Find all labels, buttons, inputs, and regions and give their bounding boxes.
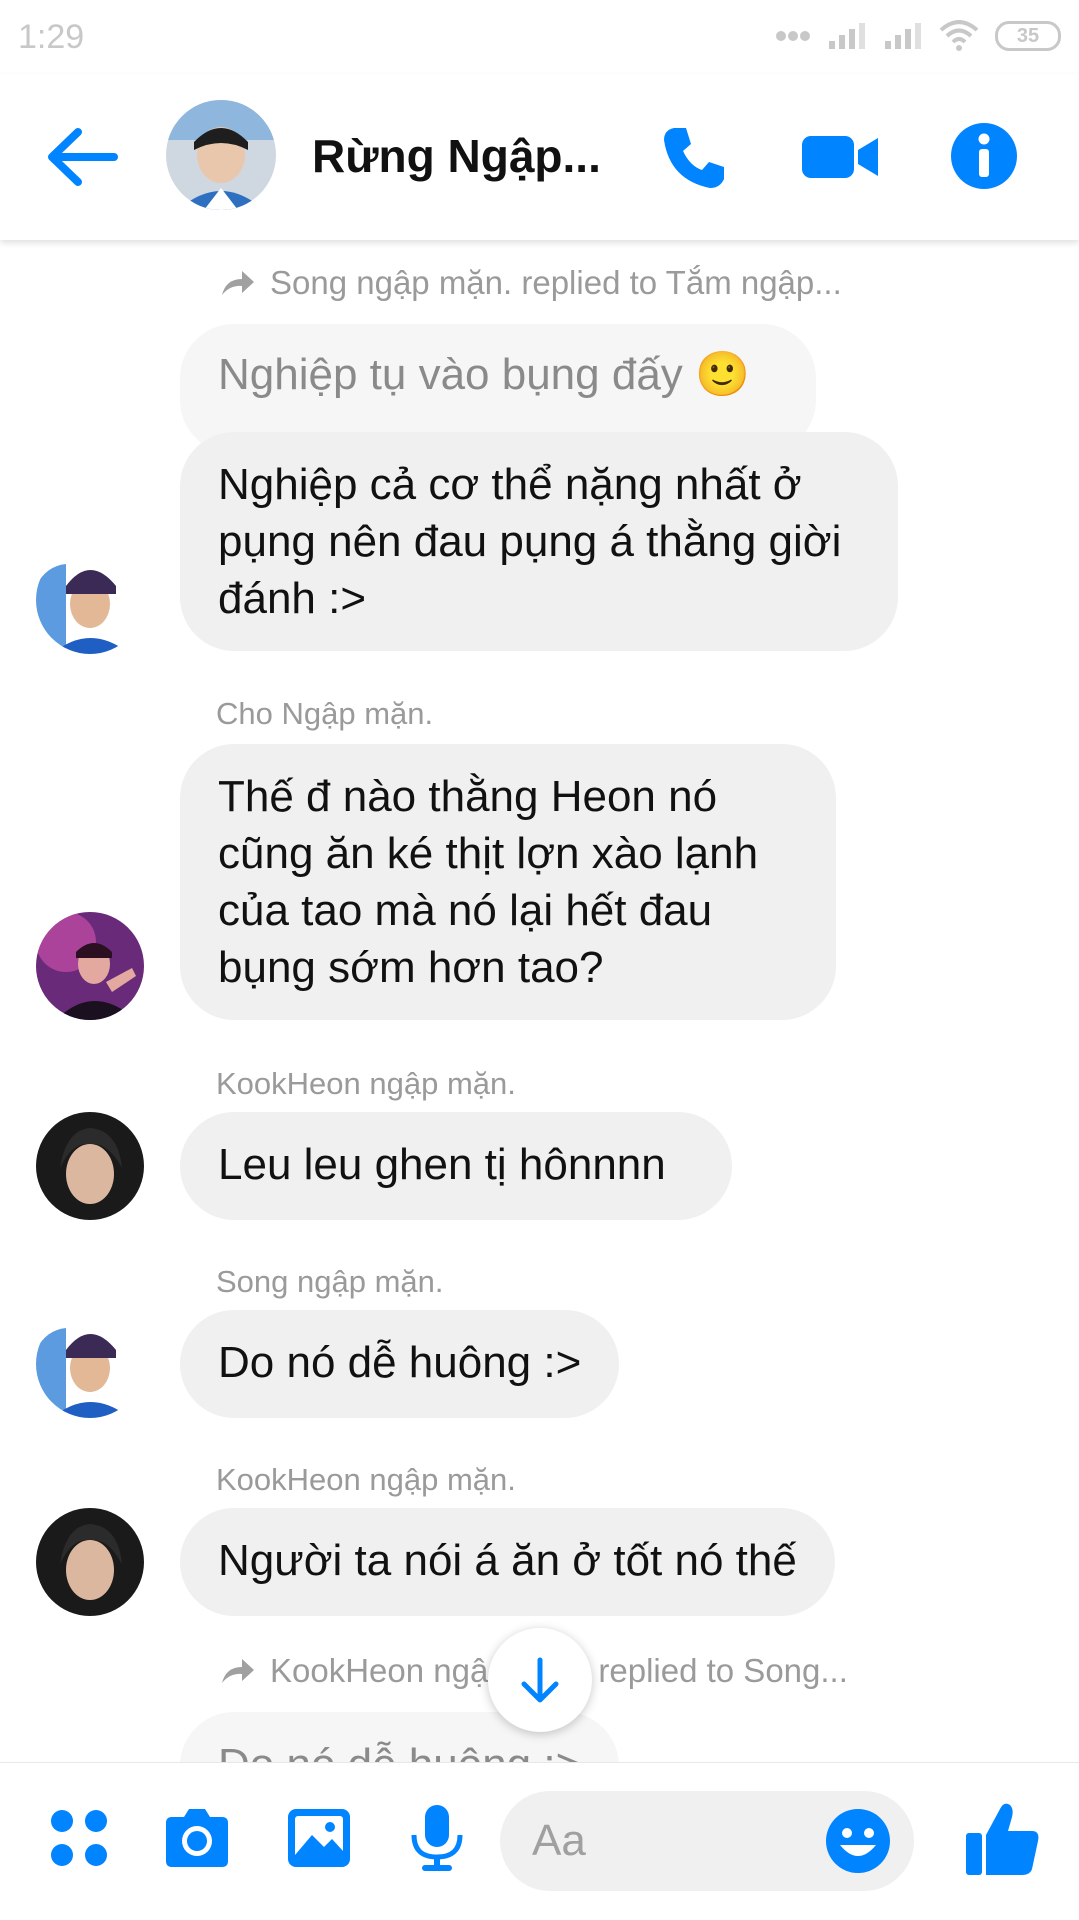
scroll-to-bottom-button[interactable] (488, 1628, 592, 1732)
sender-name: KookHeon ngập mặn. (216, 1462, 516, 1497)
message-bubble[interactable]: Nghiệp cả cơ thể nặng nhất ở pụng nên đa… (180, 432, 898, 651)
message-bubble[interactable]: Thế đ nào thằng Heon nó cũng ăn ké thịt … (180, 744, 836, 1020)
avatar[interactable] (36, 1310, 144, 1418)
message-bubble[interactable]: Do nó dễ huông :> (180, 1310, 620, 1418)
arrow-down-icon (521, 1657, 559, 1703)
conversation-title[interactable]: Rừng Ngập... (312, 129, 602, 183)
message-bubble[interactable]: Người ta nói á ăn ở tốt nó thế (180, 1508, 835, 1616)
apps-icon[interactable] (44, 1803, 114, 1873)
avatar-image (36, 1112, 144, 1220)
quoted-message-text: Nghiệp tụ vào bụng đấy 🙂 (218, 350, 750, 399)
status-bar: 1:29 35 (0, 0, 1079, 74)
avatar[interactable] (36, 1508, 144, 1616)
reply-arrow-icon (222, 271, 254, 295)
reply-note: Song ngập mặn. replied to Tắm ngập... (220, 264, 842, 302)
battery-level: 35 (1016, 24, 1040, 47)
message-bubble[interactable]: Leu leu ghen tị hônnnn (180, 1112, 732, 1220)
microphone-icon[interactable] (402, 1803, 472, 1873)
avatar-image (166, 100, 276, 210)
thumbs-up-icon[interactable] (962, 1799, 1042, 1879)
avatar-image (36, 1310, 144, 1418)
signal-dots-icon (776, 31, 810, 41)
sender-name: Cho Ngập mặn. (216, 696, 434, 731)
message-composer (0, 1762, 1079, 1920)
signal-bars-icon (829, 23, 865, 49)
phone-icon[interactable] (660, 122, 730, 192)
message-text: Thế đ nào thằng Heon nó cũng ăn ké thịt … (218, 772, 759, 992)
battery-indicator: 35 (995, 21, 1061, 51)
arrow-left-icon[interactable] (44, 122, 120, 192)
message-input-container[interactable] (500, 1791, 914, 1891)
video-camera-icon[interactable] (800, 124, 880, 190)
reply-arrow-icon (222, 1659, 254, 1683)
sender-name: Song ngập mặn. (216, 1264, 444, 1299)
gallery-icon[interactable] (284, 1803, 354, 1873)
status-icons: 35 (775, 20, 1061, 52)
message-list[interactable]: Song ngập mặn. replied to Tắm ngập... Ng… (0, 240, 1079, 1762)
avatar-image (36, 912, 144, 1020)
message-text: Do nó dễ huông :> (218, 1338, 582, 1387)
conversation-header: Rừng Ngập... (0, 74, 1079, 240)
reply-note-text: Song ngập mặn. replied to Tắm ngập... (270, 264, 842, 301)
avatar-image (36, 1508, 144, 1616)
quoted-message-text: Do nó dễ huông :> (218, 1740, 581, 1762)
signal-bars-icon-2 (885, 23, 921, 49)
camera-icon[interactable] (162, 1803, 232, 1873)
group-avatar[interactable] (166, 100, 276, 210)
avatar[interactable] (36, 912, 144, 1020)
message-text: Nghiệp cả cơ thể nặng nhất ở pụng nên đa… (218, 460, 842, 623)
avatar[interactable] (36, 1112, 144, 1220)
status-time: 1:29 (18, 18, 85, 56)
avatar-image (36, 546, 144, 654)
info-icon[interactable] (950, 122, 1018, 190)
sender-name: KookHeon ngập mặn. (216, 1066, 516, 1101)
message-input[interactable] (532, 1813, 812, 1869)
message-text: Người ta nói á ăn ở tốt nó thế (218, 1536, 797, 1585)
avatar[interactable] (36, 546, 144, 654)
message-text: Leu leu ghen tị hônnnn (218, 1140, 666, 1189)
emoji-icon[interactable] (824, 1807, 892, 1875)
wifi-icon (939, 20, 979, 51)
